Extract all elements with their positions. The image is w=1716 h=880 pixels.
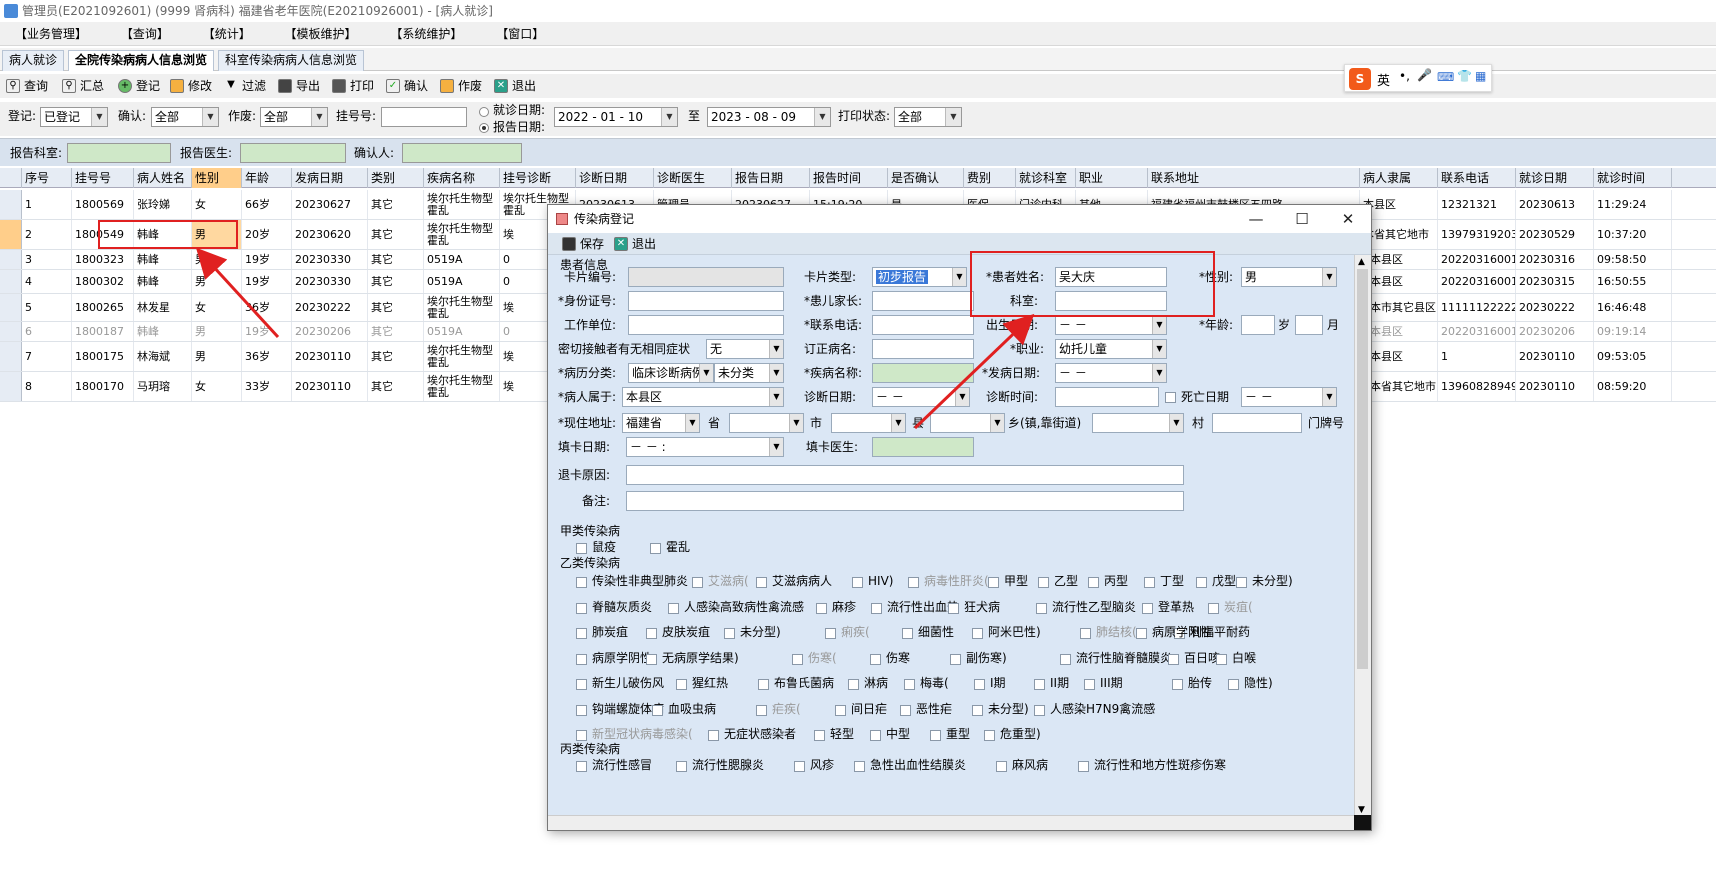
annotation-arrows-dialog	[913, 313, 1035, 430]
annotation-arrow-right	[913, 313, 1035, 430]
